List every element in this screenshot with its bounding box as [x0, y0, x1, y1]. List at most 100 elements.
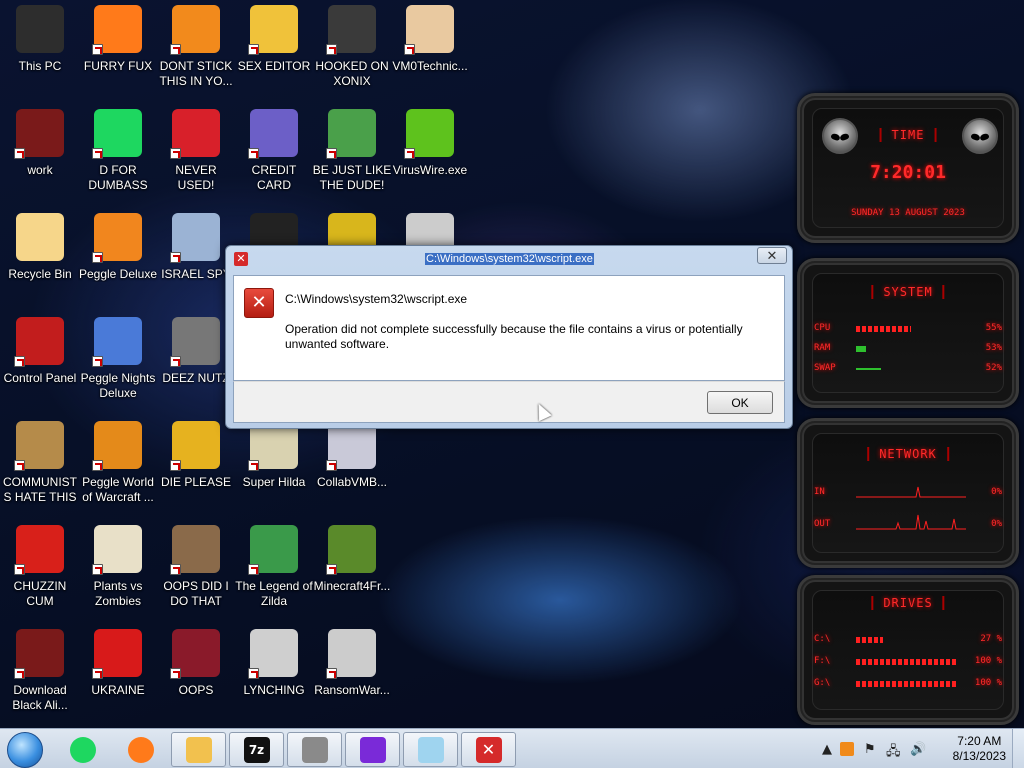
desktop-icon[interactable]: Minecraft4Fr...	[312, 525, 392, 625]
desktop-icon[interactable]: FURRY FUX	[78, 5, 158, 105]
desktop-icon[interactable]: Peggle World of Warcraft ...	[78, 421, 158, 521]
desktop-icon-label: The Legend of Zilda	[235, 579, 313, 608]
shortcut-arrow-icon	[170, 252, 181, 263]
spotify-icon	[69, 736, 96, 763]
shortcut-arrow-icon	[170, 668, 181, 679]
error-dialog[interactable]: ✕ C:\Windows\system32\wscript.exe ✕ ✕ C:…	[225, 245, 793, 429]
desktop-icon[interactable]: Plants vs Zombies	[78, 525, 158, 625]
7zip-taskbar-button[interactable]: 7z	[229, 732, 284, 767]
desktop-icon[interactable]: CHUZZIN CUM	[0, 525, 80, 625]
flag-icon[interactable]: ⚑	[864, 742, 876, 757]
zelda-icon	[248, 525, 298, 575]
desktop-icon[interactable]: DONT STICK THIS IN YO...	[156, 5, 236, 105]
spotify-icon	[92, 109, 142, 159]
peggle-nights-icon	[92, 317, 142, 367]
shortcut-arrow-icon	[170, 356, 181, 367]
desktop-icon-label: COMMUNISTS HATE THIS G...	[3, 475, 77, 504]
shortcut-arrow-icon	[170, 460, 181, 471]
desktop-icon[interactable]: SEX EDITOR	[234, 5, 314, 105]
desktop-icon[interactable]: UKRAINE	[78, 629, 158, 729]
desktop-icon-label: ISRAEL SPY	[161, 267, 231, 281]
shortcut-arrow-icon	[170, 44, 181, 55]
network-icon[interactable]: 🖧	[886, 742, 901, 764]
desktop-icon[interactable]: ISRAEL SPY	[156, 213, 236, 313]
desktop-icon[interactable]: CREDIT CARD CHECKER	[234, 109, 314, 209]
desktop-icon[interactable]: D FOR DUMBASS	[78, 109, 158, 209]
dialog-titlebar[interactable]: ✕ C:\Windows\system32\wscript.exe ✕	[226, 246, 792, 274]
desktop-icon[interactable]: Download Black Ali...	[0, 629, 80, 729]
desktop-icon[interactable]: VirusWire.exe	[390, 109, 470, 209]
desktop-icon-label: VirusWire.exe	[392, 163, 468, 177]
desktop-icon[interactable]: Control Panel	[0, 317, 80, 417]
peggle-icon	[92, 213, 142, 263]
shortcut-arrow-icon	[326, 668, 337, 679]
mask-taskbar-button[interactable]	[345, 732, 400, 767]
limewire-icon	[404, 109, 454, 159]
firefox-taskbar-button[interactable]	[113, 732, 168, 767]
volume-icon[interactable]: 🔊	[910, 742, 926, 757]
de-icon	[170, 421, 220, 471]
dialog-footer: OK	[233, 381, 785, 423]
desktop-icon[interactable]: work	[0, 109, 80, 209]
desktop-icon[interactable]: LYNCHING	[234, 629, 314, 729]
spotify-taskbar-button[interactable]	[55, 732, 110, 767]
drive-g-bar	[856, 681, 956, 687]
explorer-taskbar-button[interactable]	[171, 732, 226, 767]
ram-row: RAM 53%	[814, 343, 1002, 353]
show-desktop-button[interactable]	[1012, 729, 1024, 768]
desktop-icon-label: Peggle World of Warcraft ...	[82, 475, 154, 504]
desktop-icon[interactable]: BE JUST LIKE THE DUDE!	[312, 109, 392, 209]
desktop-icon-label: FURRY FUX	[83, 59, 153, 73]
error-icon: ✕	[475, 736, 502, 763]
tray-app-icon[interactable]	[840, 742, 854, 756]
desktop-icon-label: OOPS	[178, 683, 214, 697]
wall-taskbar-button[interactable]	[287, 732, 342, 767]
desktop-icon-label: SEX EDITOR	[237, 59, 311, 73]
drive-c-bar	[856, 637, 883, 643]
error-taskbar-button[interactable]: ✕	[461, 732, 516, 767]
close-button[interactable]: ✕	[757, 247, 787, 264]
system-gadget[interactable]: SYSTEM CPU 55% RAM 53% SWAP 52%	[797, 258, 1019, 408]
xonix-icon	[326, 5, 376, 55]
start-button[interactable]	[7, 732, 43, 768]
oops-icon	[170, 629, 220, 679]
desktop-icon[interactable]: The Legend of Zilda	[234, 525, 314, 625]
glass-taskbar-button[interactable]	[403, 732, 458, 767]
alien-icon	[14, 629, 64, 679]
ok-button[interactable]: OK	[707, 391, 773, 414]
flower-icon	[92, 525, 142, 575]
7zip-icon: 7z	[243, 736, 270, 763]
taskbar-clock[interactable]: 7:20 AM 8/13/2023	[953, 734, 1006, 764]
gadget-date: SUNDAY 13 AUGUST 2023	[851, 208, 965, 218]
network-gadget[interactable]: NETWORK IN 0% OUT 0%	[797, 418, 1019, 568]
radiation-icon	[92, 629, 142, 679]
desktop-icon[interactable]: DIE PLEASE	[156, 421, 236, 521]
desktop-icon[interactable]: COMMUNISTS HATE THIS G...	[0, 421, 80, 521]
desktop-icon[interactable]: Super Hilda	[234, 421, 314, 521]
desktop-icon[interactable]: HOOKED ON XONIX	[312, 5, 392, 105]
desktop-icon[interactable]: NEVER USED!	[156, 109, 236, 209]
shortcut-arrow-icon	[326, 148, 337, 159]
shortcut-arrow-icon	[14, 564, 25, 575]
shortcut-arrow-icon	[14, 148, 25, 159]
desktop-icon[interactable]: RansomWar...	[312, 629, 392, 729]
shortcut-arrow-icon	[92, 460, 103, 471]
control-panel-icon	[14, 317, 64, 367]
desktop-icon-label: Download Black Ali...	[12, 683, 68, 712]
desktop-icon[interactable]: OOPS	[156, 629, 236, 729]
desktop-icon[interactable]: CollabVMB...	[312, 421, 392, 521]
desktop-icon[interactable]: OOPS DID I DO THAT	[156, 525, 236, 625]
desktop-icon[interactable]: Recycle Bin	[0, 213, 80, 313]
dialog-body: ✕ C:\Windows\system32\wscript.exe Operat…	[233, 275, 785, 381]
desktop-icon[interactable]: Peggle Deluxe	[78, 213, 158, 313]
desktop-icon[interactable]: Peggle Nights Deluxe	[78, 317, 158, 417]
drives-gadget[interactable]: DRIVES C:\ 27 % F:\ 100 % G:\ 100 %	[797, 575, 1019, 725]
desktop-icon[interactable]: This PC	[0, 5, 80, 105]
shortcut-arrow-icon	[248, 460, 259, 471]
swap-bar	[856, 368, 881, 370]
gadget-clock: 7:20:01	[870, 162, 946, 183]
desktop-icon[interactable]: VM0Technic...	[390, 5, 470, 105]
show-hidden-icons-icon[interactable]: ▲	[822, 742, 832, 757]
time-gadget[interactable]: TIME 7:20:01 SUNDAY 13 AUGUST 2023	[797, 93, 1019, 243]
desktop-icon[interactable]: DEEZ NUTZ	[156, 317, 236, 417]
